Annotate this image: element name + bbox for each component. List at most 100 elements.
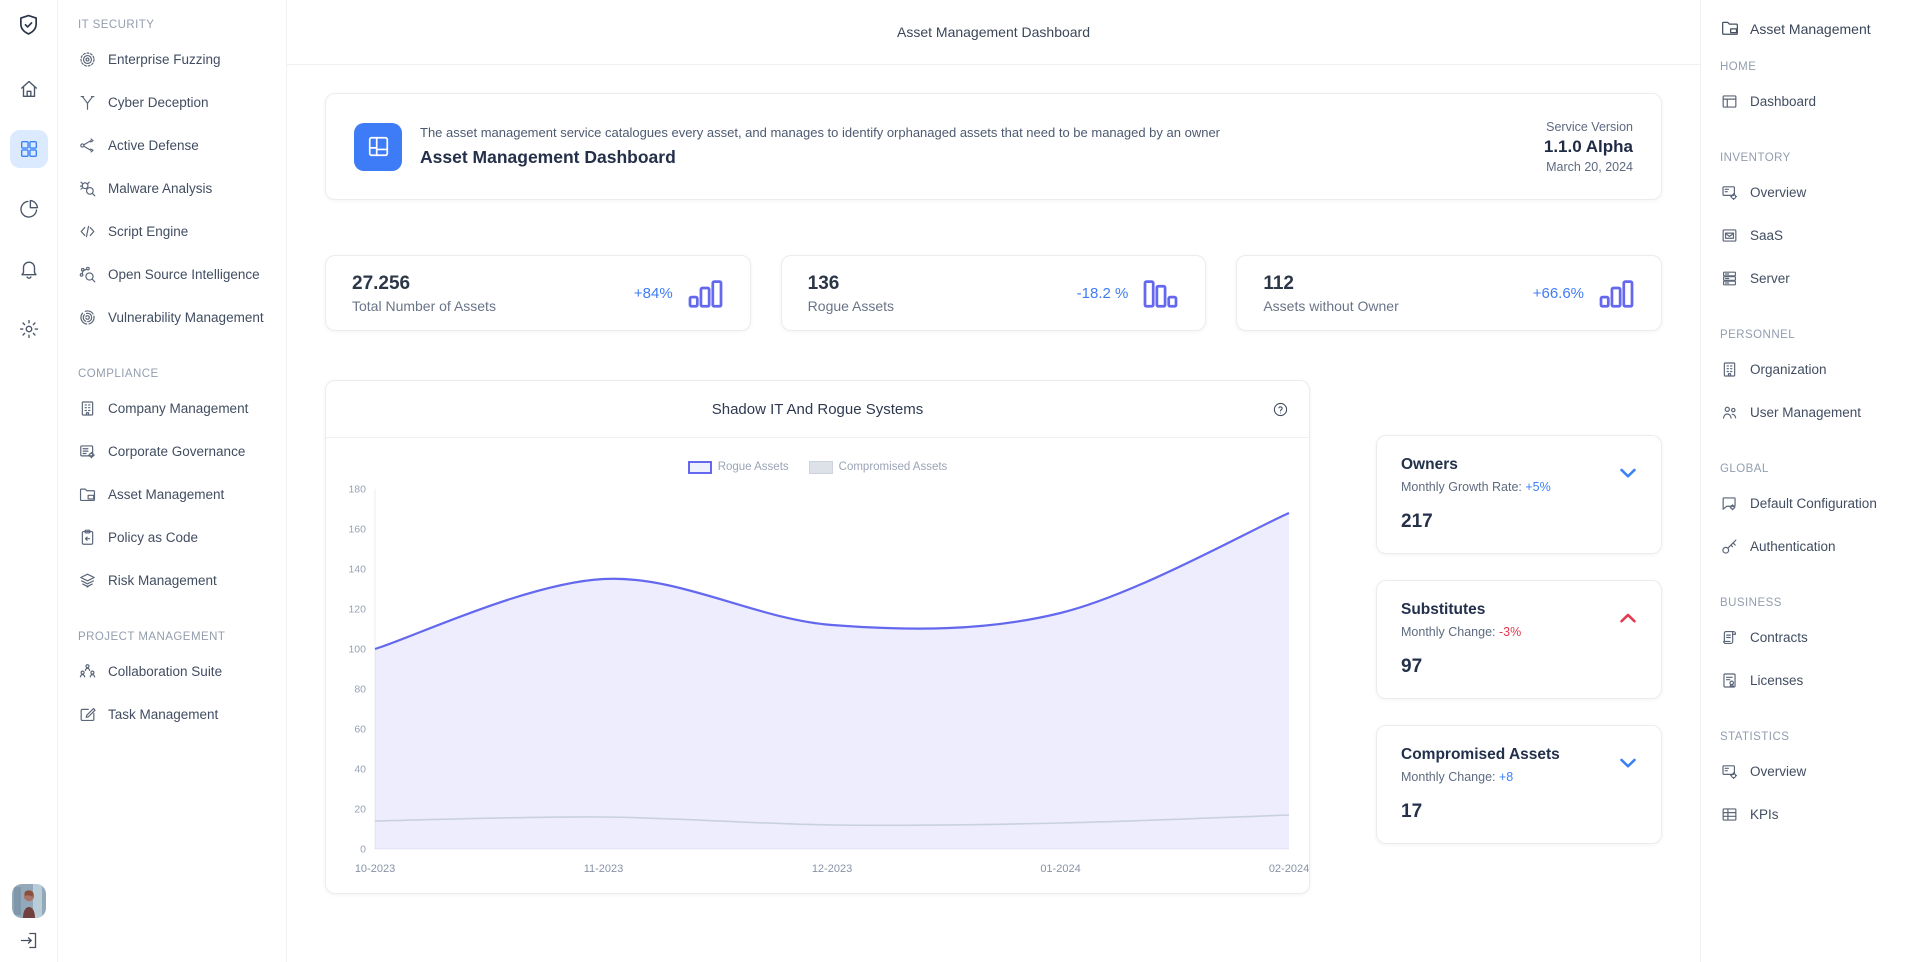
- info-card-title: Substitutes: [1401, 601, 1637, 619]
- legend-swatch: [809, 461, 833, 474]
- share-icon: [78, 136, 97, 155]
- nav-item-label: Task Management: [108, 707, 218, 722]
- info-card-value: 217: [1401, 511, 1637, 533]
- main-area: Asset Management Dashboard The asset man…: [287, 0, 1700, 962]
- sidebar-item-corporate-governance[interactable]: Corporate Governance: [78, 430, 278, 473]
- right-sidebar-item-overview[interactable]: Overview: [1720, 171, 1912, 214]
- stat-value: 136: [808, 273, 894, 295]
- sidebar-section-compliance: COMPLIANCE: [78, 365, 278, 383]
- stat-trend: +84%: [634, 285, 673, 302]
- nav-item-label: Cyber Deception: [108, 95, 209, 110]
- nav-item-label: Script Engine: [108, 224, 188, 239]
- info-card-subtitle: Monthly Change: -3%: [1401, 625, 1637, 639]
- legend-compromised-assets[interactable]: Compromised Assets: [809, 461, 948, 474]
- legend-swatch: [688, 461, 712, 474]
- sidebar-item-malware-analysis[interactable]: Malware Analysis: [78, 167, 278, 210]
- task-icon: [78, 705, 97, 724]
- nav-item-label: Default Configuration: [1750, 496, 1877, 511]
- bar-chart-asc-icon: [687, 278, 724, 309]
- table-icon: [1720, 805, 1739, 824]
- expand-toggle[interactable]: [1615, 750, 1641, 776]
- osint-icon: [78, 265, 97, 284]
- nav-item-label: Licenses: [1750, 673, 1803, 688]
- sidebar-item-script-engine[interactable]: Script Engine: [78, 210, 278, 253]
- help-button[interactable]: [1272, 401, 1289, 418]
- sidebar-item-collaboration-suite[interactable]: Collaboration Suite: [78, 650, 278, 693]
- nav-item-label: KPIs: [1750, 807, 1779, 822]
- sidebar-item-risk-management[interactable]: Risk Management: [78, 559, 278, 602]
- sidebar-item-open-source-intelligence[interactable]: Open Source Intelligence: [78, 253, 278, 296]
- sidebar-item-vulnerability-management[interactable]: Vulnerability Management: [78, 296, 278, 339]
- avatar-image: [12, 884, 46, 918]
- rail-home-button[interactable]: [10, 70, 48, 108]
- folder-icon: [78, 485, 97, 504]
- layout-icon: [365, 133, 392, 160]
- right-sidebar-section-home: HOME: [1720, 58, 1912, 76]
- nav-item-label: User Management: [1750, 405, 1861, 420]
- chevron-down-icon: [1615, 750, 1641, 776]
- right-sidebar-item-server[interactable]: Server: [1720, 257, 1912, 300]
- right-sidebar-item-licenses[interactable]: Licenses: [1720, 659, 1912, 702]
- stat-trend: +66.6%: [1533, 285, 1584, 302]
- stat-card-rogue-assets: 136 Rogue Assets -18.2 %: [781, 255, 1207, 331]
- rail-notifications-button[interactable]: [10, 250, 48, 288]
- stat-trend: -18.2 %: [1077, 285, 1129, 302]
- sidebar-item-cyber-deception[interactable]: Cyber Deception: [78, 81, 278, 124]
- chat-gear-icon: [1720, 494, 1739, 513]
- window-icon: [1720, 92, 1739, 111]
- expand-toggle[interactable]: [1615, 460, 1641, 486]
- sidebar-item-task-management[interactable]: Task Management: [78, 693, 278, 736]
- legend-rogue-assets[interactable]: Rogue Assets: [688, 461, 789, 474]
- info-card-owners: Owners Monthly Growth Rate: +5% 217: [1376, 435, 1662, 554]
- info-card-change: +5%: [1525, 480, 1550, 494]
- folder-icon: [1720, 18, 1740, 38]
- rail-analytics-button[interactable]: [10, 190, 48, 228]
- rail-apps-button[interactable]: [10, 130, 48, 168]
- info-card-substitutes: Substitutes Monthly Change: -3% 97: [1376, 580, 1662, 699]
- scroll-icon: [1720, 628, 1739, 647]
- right-sidebar-item-kpis[interactable]: KPIs: [1720, 793, 1912, 836]
- chart-legend: Rogue Assets Compromised Assets: [326, 460, 1309, 474]
- right-sidebar-item-authentication[interactable]: Authentication: [1720, 525, 1912, 568]
- right-sidebar-section-inventory: INVENTORY: [1720, 149, 1912, 167]
- shield-check-icon: [15, 12, 42, 39]
- right-sidebar-item-dashboard[interactable]: Dashboard: [1720, 80, 1912, 123]
- content-panel: The asset management service catalogues …: [287, 64, 1700, 962]
- right-sidebar-item-overview[interactable]: Overview: [1720, 750, 1912, 793]
- sidebar-section-it-security: IT SECURITY: [78, 16, 278, 34]
- monitor-gear-icon: [1720, 762, 1739, 781]
- svg-text:140: 140: [348, 564, 366, 576]
- clipboard-icon: [78, 528, 97, 547]
- icon-rail: [0, 0, 58, 962]
- right-sidebar-item-organization[interactable]: Organization: [1720, 348, 1912, 391]
- bug-search-icon: [78, 179, 97, 198]
- svg-text:60: 60: [354, 724, 366, 736]
- sidebar-item-active-defense[interactable]: Active Defense: [78, 124, 278, 167]
- sidebar-item-asset-management[interactable]: Asset Management: [78, 473, 278, 516]
- right-sidebar-item-contracts[interactable]: Contracts: [1720, 616, 1912, 659]
- nav-item-label: Policy as Code: [108, 530, 198, 545]
- chevron-up-icon: [1615, 605, 1641, 631]
- user-avatar[interactable]: [12, 884, 46, 918]
- right-sidebar-item-saas[interactable]: SaaS: [1720, 214, 1912, 257]
- pie-chart-icon: [18, 198, 40, 220]
- expand-toggle[interactable]: [1615, 605, 1641, 631]
- svg-text:10-2023: 10-2023: [355, 863, 395, 875]
- sidebar-item-enterprise-fuzzing[interactable]: Enterprise Fuzzing: [78, 38, 278, 81]
- sidebar-item-company-management[interactable]: Company Management: [78, 387, 278, 430]
- right-sidebar-title: Asset Management: [1750, 21, 1871, 37]
- nav-item-label: Open Source Intelligence: [108, 267, 260, 282]
- app-root: IT SECURITY Enterprise Fuzzing Cyber Decep…: [0, 0, 1920, 962]
- logout-button[interactable]: [18, 930, 39, 952]
- right-sidebar-section-statistics: STATISTICS: [1720, 728, 1912, 746]
- rail-settings-button[interactable]: [10, 310, 48, 348]
- chart-card: Shadow IT And Rogue Systems Rogue Assets…: [325, 380, 1310, 894]
- service-version-date: March 20, 2024: [1544, 160, 1633, 174]
- left-sidebar: IT SECURITY Enterprise Fuzzing Cyber Decep…: [58, 0, 287, 962]
- right-sidebar-item-default-configuration[interactable]: Default Configuration: [1720, 482, 1912, 525]
- sidebar-item-policy-as-code[interactable]: Policy as Code: [78, 516, 278, 559]
- nav-item-label: Collaboration Suite: [108, 664, 222, 679]
- legend-label: Compromised Assets: [839, 461, 948, 473]
- right-sidebar-item-user-management[interactable]: User Management: [1720, 391, 1912, 434]
- info-card-change: -3%: [1499, 625, 1521, 639]
